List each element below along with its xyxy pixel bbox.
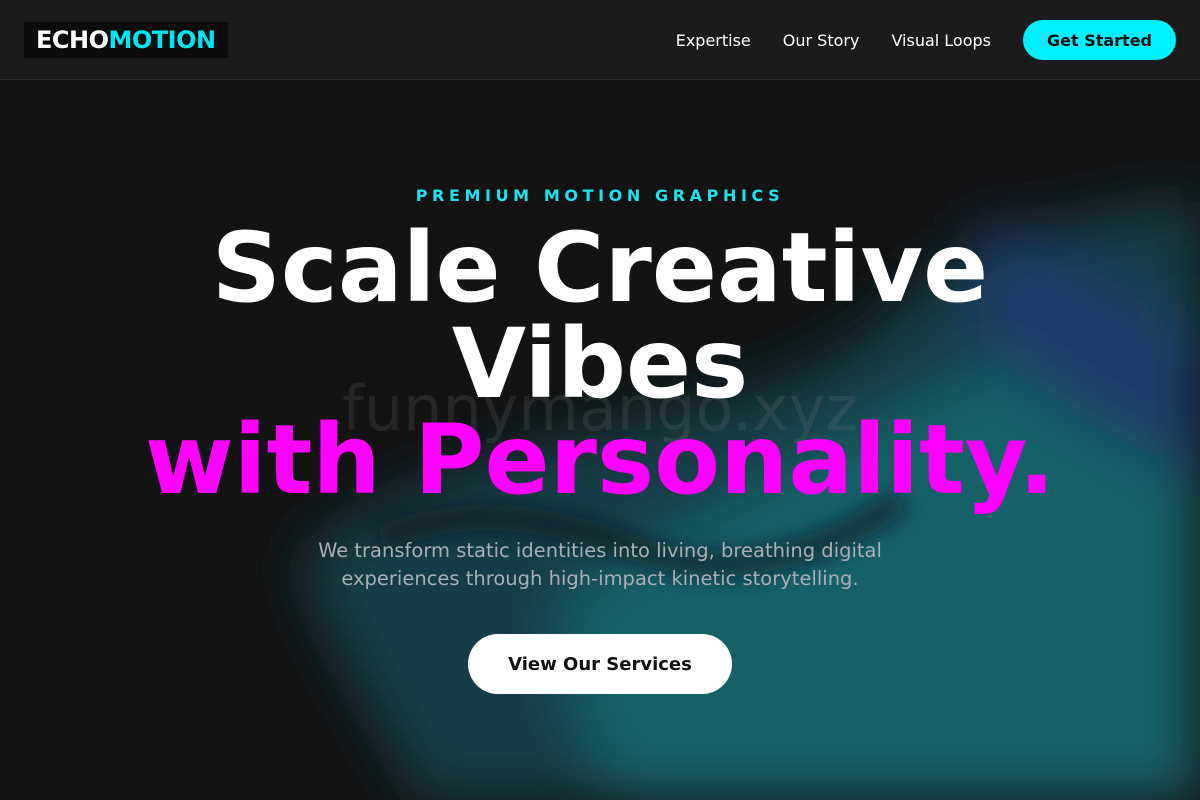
headline-line-1: Scale Creative [211,212,989,324]
brand-logo[interactable]: ECHO MOTION [24,22,228,58]
hero-section: PREMIUM MOTION GRAPHICS funnymango.xyz S… [0,80,1200,800]
headline-line-3-highlight: with Personality. [144,404,1056,516]
view-services-button[interactable]: View Our Services [468,634,732,694]
subtitle-line-2: experiences through high-impact kinetic … [341,567,859,590]
landing-page: ECHO MOTION Expertise Our Story Visual Lo… [0,0,1200,800]
nav-link-visual-loops[interactable]: Visual Loops [891,31,991,50]
nav-link-expertise[interactable]: Expertise [676,31,751,50]
nav-link-our-story[interactable]: Our Story [783,31,860,50]
hero-subtitle: We transform static identities into livi… [0,537,1200,593]
logo-text-echo: ECHO [36,26,109,54]
get-started-button[interactable]: Get Started [1023,20,1176,60]
hero-eyebrow: PREMIUM MOTION GRAPHICS [415,186,785,205]
main-nav: Expertise Our Story Visual Loops [676,0,991,80]
subtitle-line-1: We transform static identities into livi… [318,539,882,562]
site-header: ECHO MOTION Expertise Our Story Visual Lo… [0,0,1200,80]
logo-text-motion: MOTION [108,26,217,54]
hero-headline: Scale Creative Vibes with Personality. [0,220,1200,508]
headline-line-2: Vibes [451,308,749,420]
